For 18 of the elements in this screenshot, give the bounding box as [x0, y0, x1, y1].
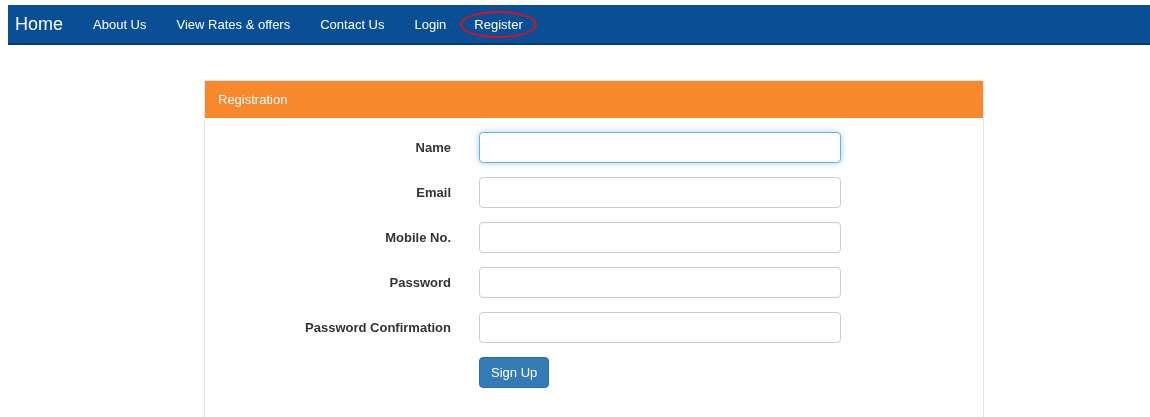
input-field[interactable] — [479, 267, 841, 298]
input-field[interactable] — [479, 177, 841, 208]
field-label: Mobile No. — [384, 230, 451, 245]
nav-link[interactable]: Contact Us — [318, 10, 387, 38]
field-label: Email — [415, 185, 451, 200]
field-label: Password Confirmation — [304, 320, 451, 335]
input-field[interactable] — [479, 222, 841, 253]
home-link[interactable]: Home — [15, 13, 63, 35]
input-field[interactable] — [479, 312, 841, 343]
field-label: Password — [388, 275, 451, 290]
nav-link[interactable]: View Rates & offers — [174, 10, 293, 38]
field-label: Name — [414, 140, 451, 155]
input-field[interactable] — [479, 132, 841, 163]
nav-link[interactable]: Login — [412, 10, 449, 38]
nav-link[interactable]: About Us — [91, 10, 149, 38]
panel-title: Registration — [218, 92, 288, 107]
nav-link[interactable]: Register — [460, 10, 537, 38]
sign-up-button[interactable]: Sign Up — [479, 357, 550, 388]
